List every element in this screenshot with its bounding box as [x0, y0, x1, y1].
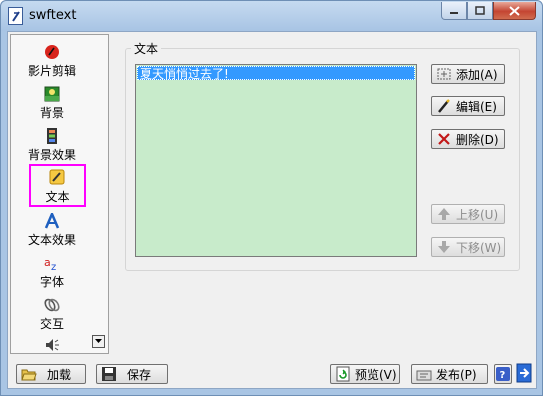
window-title: swftext	[29, 8, 77, 23]
sidebar-item-text[interactable]: 文本	[29, 164, 86, 207]
save-button[interactable]: 保存	[96, 364, 168, 384]
publish-button-label: 发布(P)	[436, 367, 477, 382]
pencil-icon	[49, 169, 65, 185]
load-button[interactable]: 加载	[16, 364, 86, 384]
add-button-label: 添加(A)	[456, 67, 498, 82]
sidebar-item-background-effect[interactable]: 背景效果	[11, 124, 93, 164]
film-strip-icon	[44, 128, 60, 144]
move-down-button-label: 下移(W)	[456, 240, 502, 255]
sidebar-item-sound[interactable]	[11, 333, 93, 353]
save-button-label: 保存	[127, 367, 152, 382]
exit-button[interactable]	[515, 362, 533, 384]
app-document-icon	[8, 7, 23, 25]
text-list[interactable]: 夏天悄悄过去了!	[135, 64, 417, 257]
sidebar-item-label: 文本	[45, 190, 70, 204]
film-clip-icon	[44, 44, 60, 60]
edit-button-label: 编辑(E)	[456, 99, 497, 114]
app-window: swftext 影片剪辑 背景 背景效果 文本 文本效果 a z 字体 交互 文…	[0, 0, 543, 396]
refresh-icon	[335, 366, 351, 382]
delete-button-label: 删除(D)	[456, 132, 499, 147]
bottom-toolbar: 加载 保存 预览(V) 发布(P) ?	[10, 357, 534, 387]
list-item[interactable]: 夏天悄悄过去了!	[137, 66, 415, 81]
client-area: 影片剪辑 背景 背景效果 文本 文本效果 a z 字体 交互 文本 夏天悄悄过去…	[7, 31, 537, 389]
load-button-label: 加载	[47, 367, 72, 382]
close-icon	[509, 5, 520, 16]
sidebar-item-movie-clip[interactable]: 影片剪辑	[11, 40, 93, 80]
sidebar-item-label: 背景	[39, 106, 64, 120]
group-title: 文本	[131, 40, 162, 57]
maximize-button[interactable]	[467, 2, 493, 20]
sidebar-item-label: 背景效果	[27, 148, 76, 162]
sidebar-item-interaction[interactable]: 交互	[11, 293, 93, 333]
svg-text:z: z	[51, 262, 56, 271]
arrow-down-icon	[436, 239, 452, 255]
svg-text:?: ?	[500, 370, 506, 381]
minimize-icon	[450, 11, 458, 14]
sound-icon	[44, 337, 60, 353]
text-effect-icon	[44, 210, 60, 229]
preview-button-label: 预览(V)	[355, 367, 397, 382]
open-folder-icon	[21, 366, 37, 382]
exit-door-icon	[516, 363, 532, 383]
interaction-icon	[44, 297, 60, 313]
font-icon: az	[44, 255, 60, 273]
title-bar[interactable]: swftext	[1, 1, 542, 31]
publish-icon	[416, 366, 432, 382]
add-button[interactable]: 添加(A)	[431, 64, 505, 84]
sidebar-item-background[interactable]: 背景	[11, 82, 93, 122]
publish-button[interactable]: 发布(P)	[411, 364, 488, 384]
minimize-button[interactable]	[441, 2, 467, 20]
svg-text:a: a	[44, 256, 51, 269]
background-image-icon	[44, 86, 60, 102]
sidebar: 影片剪辑 背景 背景效果 文本 文本效果 a z 字体 交互	[10, 34, 109, 354]
chevron-down-icon	[95, 339, 102, 343]
sidebar-scroll-down-button[interactable]	[92, 335, 105, 348]
pencil-icon	[436, 98, 452, 114]
sidebar-item-label: 影片剪辑	[27, 64, 76, 78]
sidebar-item-label: 文本效果	[27, 233, 76, 247]
help-icon: ?	[496, 367, 510, 381]
move-up-button-label: 上移(U)	[456, 207, 499, 222]
delete-x-icon	[436, 131, 452, 147]
edit-button[interactable]: 编辑(E)	[431, 96, 505, 116]
delete-button[interactable]: 删除(D)	[431, 129, 505, 149]
arrow-up-icon	[436, 206, 452, 222]
close-button[interactable]	[493, 2, 536, 20]
move-up-button[interactable]: 上移(U)	[431, 204, 505, 224]
floppy-disk-icon	[101, 366, 117, 382]
sidebar-item-font[interactable]: az 字体	[11, 251, 93, 291]
maximize-icon	[475, 6, 485, 15]
move-down-button[interactable]: 下移(W)	[431, 237, 505, 257]
sidebar-item-label: 字体	[39, 275, 64, 289]
help-button[interactable]: ?	[494, 364, 512, 384]
sidebar-item-label: 交互	[39, 317, 64, 331]
add-icon	[436, 66, 452, 82]
sidebar-item-text-effect[interactable]: 文本效果	[11, 209, 93, 249]
preview-button[interactable]: 预览(V)	[330, 364, 400, 384]
